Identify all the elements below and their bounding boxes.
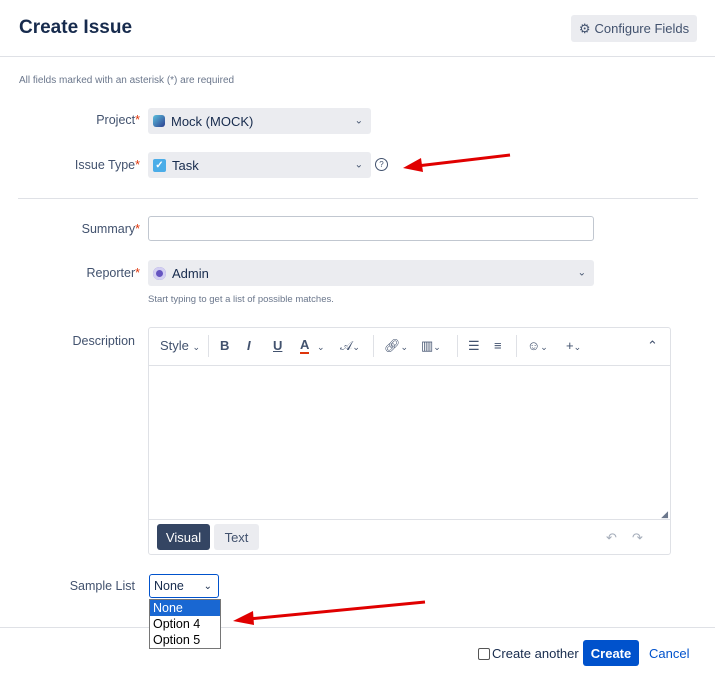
- required-star: *: [135, 266, 140, 280]
- chevron-down-icon: ⌄: [203, 580, 212, 592]
- insert-more-icon[interactable]: +⌄: [566, 338, 581, 353]
- project-label: Project*: [60, 113, 140, 127]
- chevron-down-icon: ⌄: [192, 342, 201, 352]
- help-icon[interactable]: ?: [375, 158, 388, 171]
- dialog-footer: Create another Create Cancel: [0, 627, 715, 674]
- page-title: Create Issue: [19, 17, 133, 38]
- style-dropdown[interactable]: Style ⌄: [160, 338, 200, 353]
- redo-icon[interactable]: ↷: [632, 530, 643, 546]
- dropdown-option[interactable]: Option 4: [150, 616, 220, 632]
- visual-mode-tab[interactable]: Visual: [157, 524, 210, 550]
- description-text-area[interactable]: [149, 366, 670, 519]
- issue-type-select[interactable]: ✓ Task ⌄: [148, 152, 371, 178]
- reporter-value: Admin: [172, 265, 209, 281]
- editor-mode-bar: Visual Text ↶ ↷: [149, 519, 670, 555]
- create-issue-dialog: Create Issue ⚙ Configure Fields All fiel…: [0, 0, 715, 673]
- issue-type-value: Task: [172, 157, 199, 173]
- link-icon[interactable]: 🔗︎⌄: [384, 338, 408, 354]
- chevron-down-icon: ⌄: [354, 115, 363, 127]
- divider: [18, 198, 698, 199]
- numbered-list-icon[interactable]: ≡: [494, 338, 502, 353]
- project-avatar-icon: [153, 115, 165, 127]
- style-label: Style: [160, 338, 189, 353]
- text-color-button[interactable]: A: [300, 338, 310, 354]
- dropdown-option[interactable]: Option 5: [150, 632, 220, 648]
- gear-icon: ⚙: [578, 20, 591, 36]
- bold-button[interactable]: B: [220, 338, 229, 353]
- summary-label: Summary*: [60, 222, 140, 236]
- required-note: All fields marked with an asterisk (*) a…: [19, 75, 235, 86]
- description-editor: Style ⌄ B I U A ⌄ 𝒜⌄ 🔗︎⌄ ▥⌄ ☰ ≡ ☺⌄ +⌄ ⌃ …: [148, 327, 671, 555]
- required-star: *: [135, 158, 140, 172]
- editor-toolbar: Style ⌄ B I U A ⌄ 𝒜⌄ 🔗︎⌄ ▥⌄ ☰ ≡ ☺⌄ +⌄ ⌃: [149, 328, 670, 366]
- reporter-label: Reporter*: [60, 266, 140, 280]
- chevron-down-icon: ⌄: [577, 267, 586, 279]
- issue-type-label-text: Issue Type: [74, 158, 136, 172]
- chevron-down-icon[interactable]: ⌄: [317, 342, 325, 353]
- dialog-header: Create Issue ⚙ Configure Fields: [0, 0, 715, 57]
- undo-icon[interactable]: ↶: [606, 530, 617, 546]
- reporter-hint: Start typing to get a list of possible m…: [148, 294, 334, 305]
- annotation-arrow: [403, 153, 511, 172]
- summary-input[interactable]: [148, 216, 594, 241]
- sample-list-label: Sample List: [69, 579, 135, 593]
- project-value: Mock (MOCK): [171, 113, 254, 129]
- create-another-checkbox[interactable]: [478, 647, 490, 660]
- italic-button[interactable]: I: [247, 338, 251, 353]
- annotation-arrow: [233, 600, 426, 625]
- sample-list-select[interactable]: None ⌄: [149, 574, 219, 598]
- required-star: *: [135, 113, 140, 127]
- issue-type-label: Issue Type*: [60, 158, 140, 172]
- create-another-toggle[interactable]: Create another: [478, 646, 579, 661]
- user-avatar-icon: [153, 266, 166, 280]
- create-button[interactable]: Create: [583, 640, 639, 666]
- emoji-icon[interactable]: ☺⌄: [527, 338, 548, 353]
- bullet-list-icon[interactable]: ☰: [468, 338, 480, 354]
- required-star: *: [135, 222, 140, 236]
- create-another-label: Create another: [492, 646, 579, 661]
- description-label: Description: [72, 334, 135, 348]
- underline-button[interactable]: U: [273, 338, 282, 353]
- project-label-text: Project: [96, 113, 136, 127]
- sample-list-selected: None: [154, 579, 184, 593]
- text-format-icon[interactable]: 𝒜⌄: [340, 338, 360, 354]
- reporter-select[interactable]: Admin ⌄: [148, 260, 594, 286]
- collapse-toolbar-icon[interactable]: ⌃: [647, 338, 658, 354]
- reporter-label-text: Reporter: [86, 266, 136, 280]
- text-mode-tab[interactable]: Text: [214, 524, 259, 550]
- toolbar-separator: [208, 335, 209, 357]
- task-checkbox-icon: ✓: [153, 158, 166, 172]
- chevron-down-icon: ⌄: [354, 159, 363, 171]
- toolbar-separator: [457, 335, 458, 357]
- toolbar-separator: [373, 335, 374, 357]
- attachment-icon[interactable]: ▥⌄: [421, 338, 441, 354]
- summary-label-text: Summary: [81, 222, 136, 236]
- configure-fields-label: Configure Fields: [594, 21, 690, 36]
- project-select[interactable]: Mock (MOCK) ⌄: [148, 108, 371, 134]
- configure-fields-button[interactable]: ⚙ Configure Fields: [571, 15, 697, 42]
- sample-list-dropdown: None Option 4 Option 5: [149, 599, 221, 649]
- cancel-link[interactable]: Cancel: [649, 646, 689, 661]
- dropdown-option[interactable]: None: [150, 600, 220, 616]
- toolbar-separator: [516, 335, 517, 357]
